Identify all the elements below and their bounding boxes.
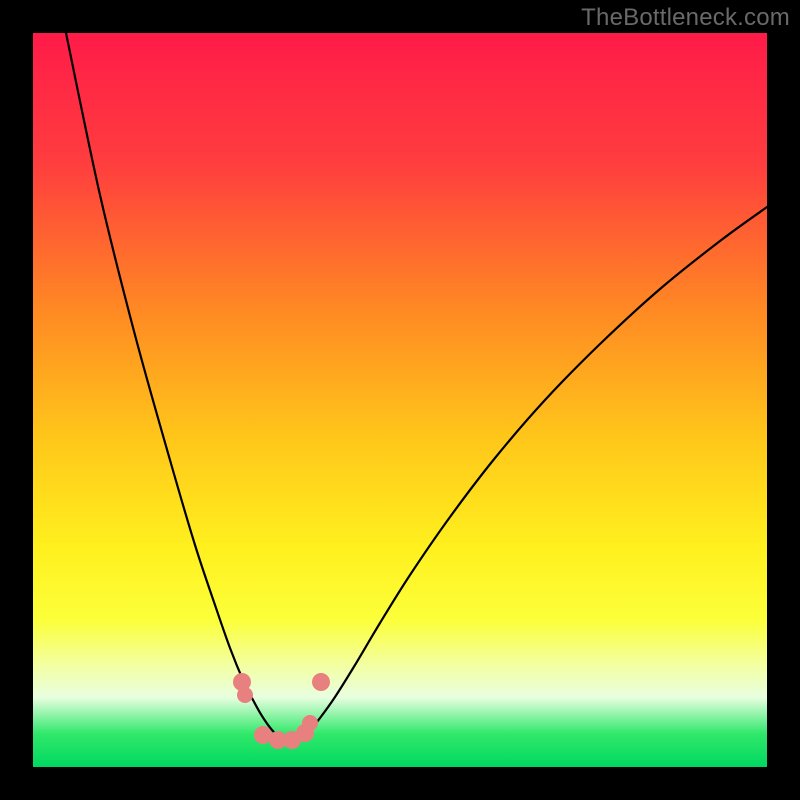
watermark-text: TheBottleneck.com [581,4,790,32]
bottleneck-chart [0,0,800,800]
plot-background [33,33,767,767]
chart-frame: { "watermark": "TheBottleneck.com", "cha… [0,0,800,800]
data-marker [302,715,318,731]
data-marker [237,687,253,703]
data-marker [312,673,330,691]
